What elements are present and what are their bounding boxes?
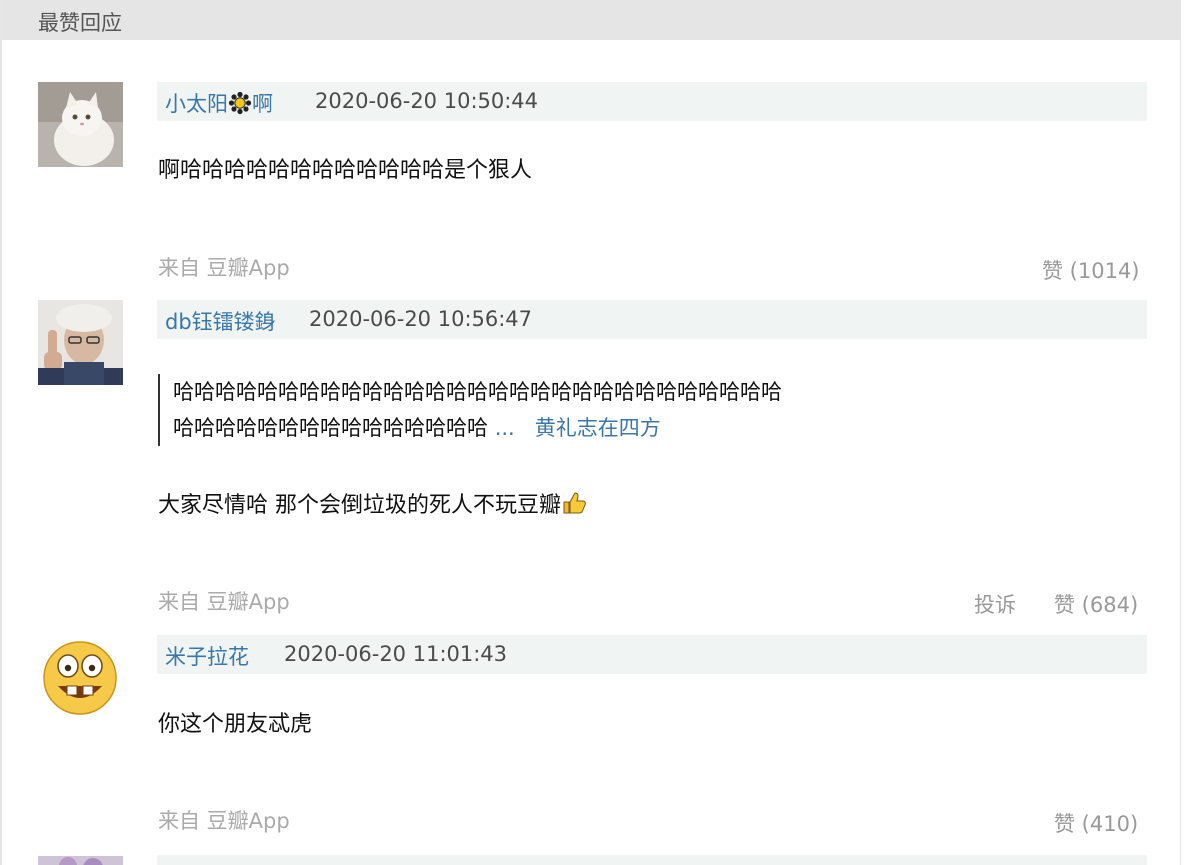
comment-meta: 米子拉花 2020-06-20 11:01:43 — [157, 635, 1147, 674]
comment-meta: 小太阳 啊 2020-06-20 10:50:44 — [157, 82, 1147, 121]
thumbs-up-icon — [563, 492, 586, 514]
section-title: 最赞回应 — [38, 11, 122, 35]
comment-text: 你这个朋友忒虎 — [158, 712, 313, 737]
avatar[interactable] — [38, 300, 123, 385]
avatar[interactable] — [38, 82, 123, 167]
sun-flower-icon — [228, 91, 252, 115]
comment-text: 啊哈哈哈哈哈哈哈哈哈哈哈哈是个狠人 — [158, 158, 533, 183]
like-button[interactable]: 赞 (410) — [1054, 808, 1138, 838]
like-button[interactable]: 赞 (1014) — [1042, 255, 1140, 285]
author-link[interactable]: db钰镭镂銵 — [165, 306, 276, 336]
report-button[interactable]: 投诉 — [974, 589, 1016, 619]
author-link[interactable]: 米子拉花 — [165, 641, 249, 671]
comment-text: 大家尽情哈 那个会倒垃圾的死人不玩豆瓣 — [158, 487, 587, 519]
quote-line: 哈哈哈哈哈哈哈哈哈哈哈哈哈哈哈哈哈哈哈哈哈哈哈哈哈哈哈哈哈 — [173, 380, 782, 404]
avatar[interactable] — [38, 636, 123, 721]
comment-meta — [157, 855, 1147, 865]
timestamp: 2020-06-20 10:50:44 — [315, 89, 539, 113]
comments-panel: 最赞回应 小太阳 啊 2020-06-20 10:50:44 啊哈哈哈哈哈哈哈哈… — [0, 0, 1181, 865]
timestamp: 2020-06-20 11:01:43 — [284, 642, 508, 666]
quote-author-link[interactable]: 黄礼志在四方 — [535, 416, 661, 440]
comment-meta: db钰镭镂銵 2020-06-20 10:56:47 — [157, 300, 1147, 339]
avatar[interactable] — [38, 853, 123, 865]
expand-link[interactable]: ... — [495, 416, 515, 440]
source-label: 来自 豆瓣App — [158, 590, 290, 614]
quote-line: 哈哈哈哈哈哈哈哈哈哈哈哈哈哈哈 ... 黄礼志在四方 — [173, 416, 661, 440]
section-header: 最赞回应 — [2, 0, 1180, 40]
source-label: 来自 豆瓣App — [158, 256, 290, 280]
white-cat-photo-icon — [38, 82, 123, 167]
timestamp: 2020-06-20 10:56:47 — [309, 307, 533, 331]
quoted-reply: 哈哈哈哈哈哈哈哈哈哈哈哈哈哈哈哈哈哈哈哈哈哈哈哈哈哈哈哈哈 哈哈哈哈哈哈哈哈哈哈… — [158, 374, 782, 446]
old-man-photo-icon — [38, 300, 123, 385]
grinning-emoji-face-icon — [38, 636, 123, 721]
source-label: 来自 豆瓣App — [158, 809, 290, 833]
like-button[interactable]: 赞 (684) — [1054, 589, 1138, 619]
flower-photo-icon — [38, 856, 123, 865]
author-link[interactable]: 小太阳 啊 — [165, 88, 273, 118]
